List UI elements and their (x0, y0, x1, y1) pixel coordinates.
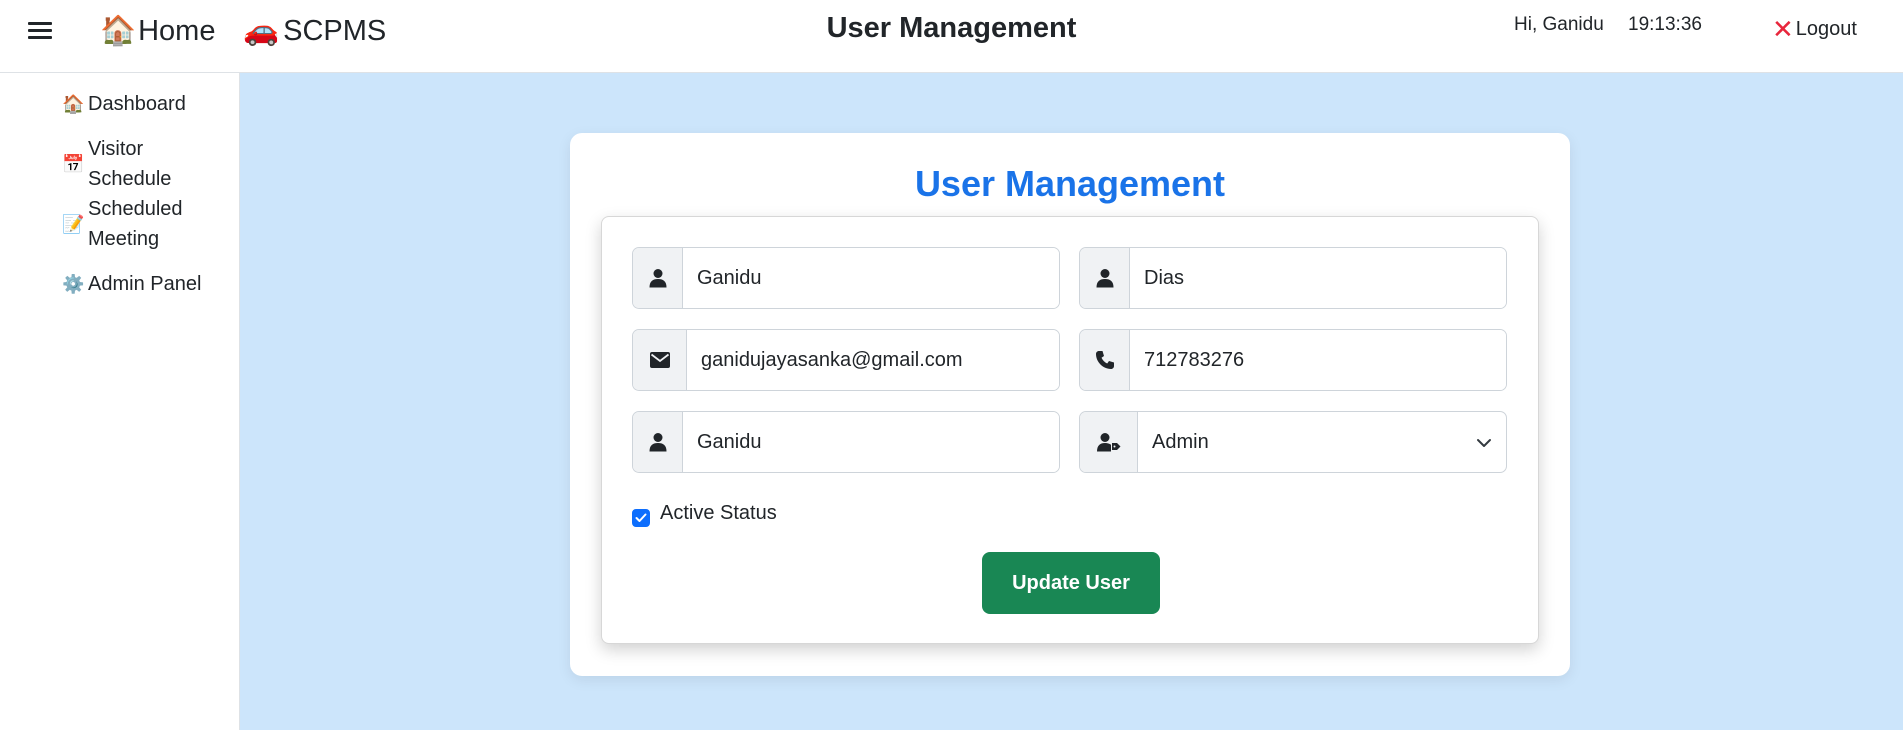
sidebar-item-admin-panel[interactable]: ⚙️ Admin Panel (62, 269, 201, 299)
sidebar-item-dashboard[interactable]: 🏠 Dashboard (62, 89, 186, 119)
calendar-icon: 📅 (62, 154, 85, 174)
user-icon (633, 248, 683, 308)
nav-home-label: Home (138, 15, 216, 47)
first-name-input[interactable] (683, 248, 1059, 308)
logout-button[interactable]: ✕ Logout (1772, 16, 1857, 42)
logout-label: Logout (1795, 17, 1857, 40)
phone-group (1079, 329, 1507, 391)
user-icon (1080, 248, 1130, 308)
sidebar-item-scheduled-meeting[interactable]: 📝 Scheduled Meeting (62, 194, 192, 254)
memo-icon: 📝 (62, 214, 85, 234)
sidebar-item-label: Visitor Schedule (88, 138, 172, 190)
main-content: User Management Ganidu Dias ganidujayasa… (240, 73, 1903, 730)
user-greeting: Hi, Ganidu (1514, 14, 1604, 35)
car-icon: 🚗 (243, 15, 280, 47)
update-user-button[interactable]: Update User (982, 552, 1160, 614)
house-icon: 🏠 (100, 15, 137, 47)
top-navbar: 🏠 Home 🚗 SCPMS User Management Hi, Ganid… (0, 0, 1903, 73)
sidebar: 🏠 Dashboard 📅 Visitor Schedule 📝 Schedul… (0, 73, 240, 730)
email-field[interactable] (687, 330, 1059, 390)
sidebar-item-label: Scheduled Meeting (88, 198, 183, 250)
sidebar-item-visitor-schedule[interactable]: 📅 Visitor Schedule (62, 134, 182, 194)
user-form: Admin Active Status Update User (601, 216, 1539, 644)
username-group (632, 411, 1060, 473)
role-select-value: Admin (1152, 430, 1209, 453)
role-select[interactable]: Admin (1138, 412, 1506, 472)
user-management-card: User Management Ganidu Dias ganidujayasa… (570, 133, 1570, 676)
active-status-checkbox[interactable] (632, 509, 650, 527)
email-group (632, 329, 1060, 391)
gear-icon: ⚙️ (62, 274, 85, 294)
last-name-input[interactable] (1130, 248, 1506, 308)
active-status-label: Active Status (660, 501, 777, 524)
username-input[interactable] (683, 412, 1059, 472)
phone-icon (1080, 330, 1130, 390)
close-icon: ✕ (1772, 14, 1794, 44)
nav-brand-link[interactable]: 🚗 SCPMS (243, 15, 386, 48)
card-title: User Management (914, 163, 1226, 204)
nav-home-link[interactable]: 🏠 Home (100, 15, 215, 48)
sidebar-item-label: Admin Panel (88, 273, 202, 295)
last-name-group (1079, 247, 1507, 309)
menu-toggle-icon[interactable] (28, 18, 58, 48)
phone-field[interactable] (1130, 330, 1506, 390)
clock: 19:13:36 (1628, 14, 1702, 35)
active-status-row: Active Status (632, 499, 777, 527)
sidebar-item-label: Dashboard (88, 93, 186, 115)
chevron-down-icon (1476, 431, 1492, 454)
user-tag-icon (1080, 412, 1138, 472)
house-icon: 🏠 (62, 94, 85, 114)
nav-brand-label: SCPMS (283, 15, 387, 47)
envelope-icon (633, 330, 687, 390)
role-group: Admin (1079, 411, 1507, 473)
first-name-group (632, 247, 1060, 309)
user-icon (633, 412, 683, 472)
